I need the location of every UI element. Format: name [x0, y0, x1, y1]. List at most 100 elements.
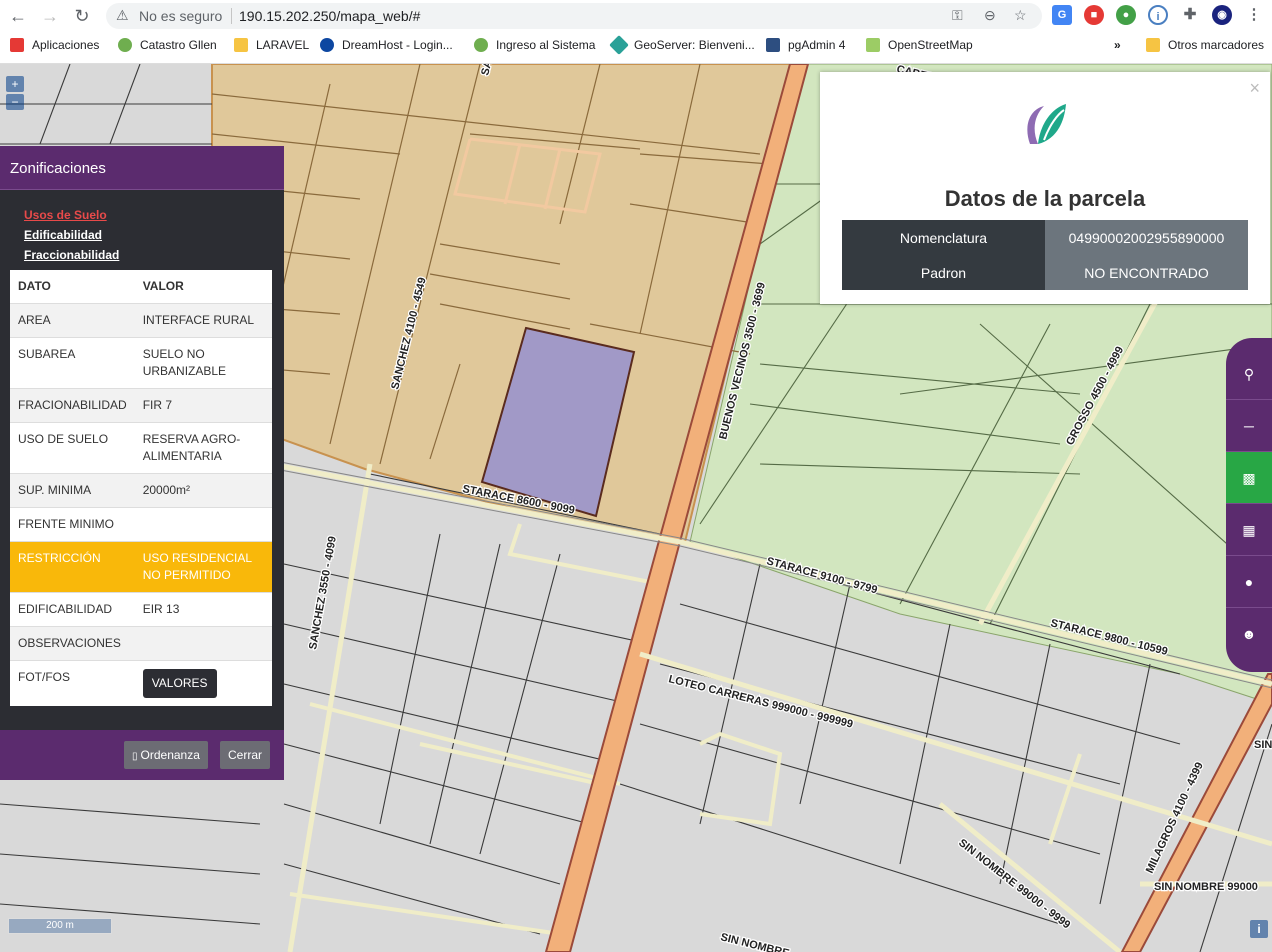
street-label-sin-edge: SIN NOMBRE: [1254, 739, 1272, 751]
zonificacion-table: DATO VALOR AREA INTERFACE RURAL SUBAREA SU…: [10, 270, 272, 706]
table-row: FOT/FOS VALORES: [10, 660, 272, 706]
bookmark-label: Catastro Gllen: [140, 38, 217, 52]
bookmark-geoserver[interactable]: GeoServer: Bienveni...: [609, 35, 755, 55]
panel-title: Zonificaciones: [0, 146, 284, 190]
link-fraccionabilidad[interactable]: Fraccionabilidad: [24, 248, 119, 262]
globe-icon[interactable]: ●: [1226, 556, 1272, 608]
table-row: OBSERVACIONES: [10, 626, 272, 661]
info-icon[interactable]: i: [1250, 920, 1268, 938]
table-row: FRENTE MINIMO: [10, 507, 272, 542]
zoom-out-button[interactable]: −: [6, 94, 24, 110]
pgadmin-icon: [766, 38, 780, 52]
parcel-key: Nomenclatura: [842, 220, 1045, 255]
bookmark-label: Otros marcadores: [1168, 38, 1265, 52]
address-bar[interactable]: ⚠ No es seguro 190.15.202.250/mapa_web/#…: [106, 3, 1042, 29]
back-icon[interactable]: ←: [6, 4, 30, 28]
header-dato: DATO: [10, 270, 135, 304]
row-key: FRACIONABILIDAD: [10, 388, 135, 423]
translate-icon[interactable]: G: [1052, 5, 1072, 25]
row-value: INTERFACE RURAL: [134, 303, 272, 338]
table-header-row: DATO VALOR: [10, 270, 272, 304]
parcel-row: Nomenclatura 04990002002955890000: [842, 220, 1248, 255]
profile-avatar-icon[interactable]: ◉: [1212, 5, 1232, 25]
row-value: SUELO NO URBANIZABLE: [134, 337, 272, 389]
bookmark-osm[interactable]: OpenStreetMap: [866, 38, 973, 52]
bookmark-label: GeoServer: Bienveni...: [634, 38, 755, 52]
extension-green-icon[interactable]: ●: [1116, 5, 1136, 25]
zoom-icon[interactable]: ⊖: [984, 7, 996, 24]
folder-icon: [234, 38, 248, 52]
bookmark-dreamhost[interactable]: DreamHost - Login...: [320, 38, 453, 52]
security-status[interactable]: No es seguro: [139, 8, 222, 24]
table-row: AREA INTERFACE RURAL: [10, 303, 272, 338]
grid-icon[interactable]: ▦: [1226, 504, 1272, 556]
row-key: FRENTE MINIMO: [10, 507, 135, 542]
extension-blue-icon[interactable]: i: [1148, 5, 1168, 25]
bookmark-label: Aplicaciones: [32, 38, 100, 52]
url-text[interactable]: 190.15.202.250/mapa_web/#: [239, 8, 420, 24]
signpost-icon[interactable]: ─: [1226, 400, 1272, 452]
bookmark-label: pgAdmin 4: [788, 38, 846, 52]
row-value: USO RESIDENCIAL NO PERMITIDO: [134, 541, 272, 593]
menu-icon[interactable]: ⋮: [1244, 5, 1264, 25]
side-toolbar: ⚲ ─ ▩ ▦ ● ☻: [1226, 338, 1272, 672]
valores-button[interactable]: VALORES: [142, 669, 217, 698]
bookmark-pgadmin[interactable]: pgAdmin 4: [766, 38, 845, 52]
ordenanza-label: Ordenanza: [140, 748, 200, 762]
close-icon[interactable]: ×: [1249, 78, 1260, 99]
browser-toolbar: ← → ↻ ⚠ No es seguro 190.15.202.250/mapa…: [0, 0, 1272, 32]
row-key: SUBAREA: [10, 337, 135, 389]
row-key: EDIFICABILIDAD: [10, 592, 135, 627]
user-icon[interactable]: ☻: [1226, 608, 1272, 660]
zoom-in-button[interactable]: +: [6, 76, 24, 92]
map-icon[interactable]: ▩: [1226, 452, 1272, 504]
pdf-icon: ▯: [132, 751, 138, 762]
cerrar-button[interactable]: Cerrar: [220, 741, 271, 769]
extension-red-icon[interactable]: ■: [1084, 5, 1104, 25]
bookmark-catastro[interactable]: Catastro Gllen: [118, 38, 217, 52]
table-row-restriction: RESTRICCIÓN USO RESIDENCIAL NO PERMITIDO: [10, 541, 272, 593]
row-key: RESTRICCIÓN: [10, 541, 135, 593]
bookmark-label: DreamHost - Login...: [342, 38, 453, 52]
ordenanza-button[interactable]: ▯ Ordenanza: [124, 741, 208, 769]
row-value: VALORES: [134, 660, 272, 706]
parcel-table: Nomenclatura 04990002002955890000 Padron…: [842, 220, 1248, 290]
panel-footer: ▯ Ordenanza Cerrar: [0, 730, 284, 780]
bookmark-other[interactable]: Otros marcadores: [1146, 38, 1264, 52]
bookmark-label: LARAVEL: [256, 38, 310, 52]
row-value: 20000m²: [134, 473, 272, 508]
row-key: AREA: [10, 303, 135, 338]
browser-chrome: ← → ↻ ⚠ No es seguro 190.15.202.250/mapa…: [0, 0, 1272, 64]
bookmark-ingreso[interactable]: Ingreso al Sistema: [474, 38, 595, 52]
parcel-value: NO ENCONTRADO: [1045, 255, 1248, 290]
header-valor: VALOR: [134, 270, 272, 304]
reload-icon[interactable]: ↻: [70, 4, 94, 28]
search-icon[interactable]: ⚲: [1226, 348, 1272, 400]
row-key: OBSERVACIONES: [10, 626, 135, 661]
row-value: FIR 7: [134, 388, 272, 423]
zonificaciones-panel: Zonificaciones Usos de Suelo Edificabili…: [0, 146, 284, 780]
table-row: SUBAREA SUELO NO URBANIZABLE: [10, 337, 272, 389]
row-value: EIR 13: [134, 592, 272, 627]
link-usos-de-suelo[interactable]: Usos de Suelo: [24, 208, 107, 222]
logo-leaf-icon: [1027, 104, 1066, 144]
key-icon[interactable]: ⚿: [952, 7, 963, 24]
row-value: [134, 626, 272, 661]
street-label-sin-nombre-right: SIN NOMBRE 99000: [1154, 881, 1258, 893]
table-row: USO DE SUELO RESERVA AGRO-ALIMENTARIA: [10, 422, 272, 474]
bookmark-laravel[interactable]: LARAVEL: [234, 38, 309, 52]
warning-icon[interactable]: ⚠: [116, 7, 129, 24]
parcel-value: 04990002002955890000: [1045, 220, 1248, 255]
parcel-key: Padron: [842, 255, 1045, 290]
link-edificabilidad[interactable]: Edificabilidad: [24, 228, 102, 242]
leaf-icon: [474, 38, 488, 52]
forward-icon[interactable]: →: [38, 4, 62, 28]
more-bookmarks-button[interactable]: »: [1114, 38, 1121, 52]
parcel-title: Datos de la parcela: [944, 186, 1146, 211]
row-value: [134, 507, 272, 542]
bookmark-label: OpenStreetMap: [888, 38, 973, 52]
scale-bar: 200 m: [8, 918, 112, 934]
star-icon[interactable]: ☆: [1014, 7, 1027, 24]
puzzle-icon[interactable]: ✚: [1180, 5, 1200, 25]
bookmark-apps[interactable]: Aplicaciones: [10, 38, 99, 52]
